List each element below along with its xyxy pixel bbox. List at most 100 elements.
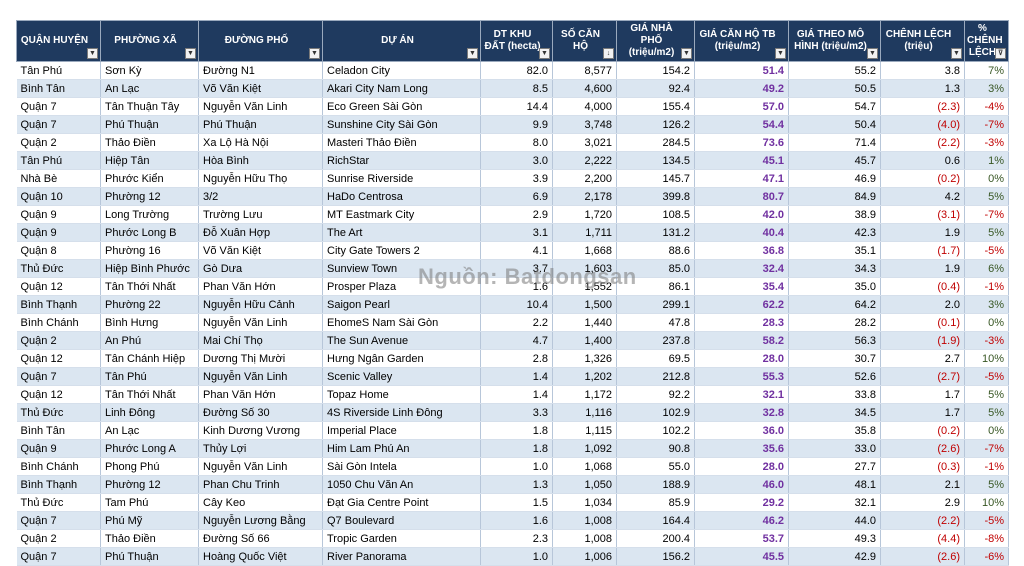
units-cell[interactable]: 4,600 (552, 79, 617, 98)
district-cell[interactable]: Thủ Đức (16, 259, 101, 278)
ward-cell[interactable]: An Lạc (100, 421, 199, 440)
land-area-cell[interactable]: 1.8 (480, 439, 553, 458)
project-cell[interactable]: The Sun Avenue (322, 331, 481, 350)
ward-cell[interactable]: Phước Long A (100, 439, 199, 458)
difference-cell[interactable]: (4.0) (880, 115, 965, 134)
project-cell[interactable]: Sunshine City Sài Gòn (322, 115, 481, 134)
avg-price-cell[interactable]: 46.2 (694, 511, 789, 530)
filter-dropdown-icon[interactable]: ▼ (87, 48, 98, 59)
filter-dropdown-icon[interactable]: ▼ (775, 48, 786, 59)
difference-pct-cell[interactable]: -3% (964, 331, 1009, 350)
project-cell[interactable]: Sunrise Riverside (322, 169, 481, 188)
district-cell[interactable]: Tân Phú (16, 61, 101, 80)
difference-cell[interactable]: 0.6 (880, 151, 965, 170)
model-price-cell[interactable]: 64.2 (788, 295, 881, 314)
avg-price-cell[interactable]: 49.2 (694, 79, 789, 98)
land-area-cell[interactable]: 3.7 (480, 259, 553, 278)
filter-dropdown-icon[interactable]: ▼ (539, 48, 550, 59)
house-price-cell[interactable]: 155.4 (616, 97, 695, 116)
land-area-cell[interactable]: 1.4 (480, 367, 553, 386)
difference-cell[interactable]: (0.3) (880, 457, 965, 476)
street-cell[interactable]: Thủy Lợi (198, 439, 323, 458)
filter-dropdown-icon[interactable]: ▼ (951, 48, 962, 59)
units-cell[interactable]: 2,222 (552, 151, 617, 170)
district-cell[interactable]: Quận 12 (16, 385, 101, 404)
project-cell[interactable]: 4S Riverside Linh Đông (322, 403, 481, 422)
land-area-cell[interactable]: 1.0 (480, 547, 553, 566)
difference-cell[interactable]: 4.2 (880, 187, 965, 206)
model-price-cell[interactable]: 35.0 (788, 277, 881, 296)
difference-cell[interactable]: 2.1 (880, 475, 965, 494)
project-cell[interactable]: Tropic Garden (322, 529, 481, 548)
units-cell[interactable]: 1,116 (552, 403, 617, 422)
project-cell[interactable]: Akari City Nam Long (322, 79, 481, 98)
street-cell[interactable]: Mai Chí Thọ (198, 331, 323, 350)
district-cell[interactable]: Quận 12 (16, 277, 101, 296)
district-cell[interactable]: Bình Tân (16, 79, 101, 98)
avg-price-cell[interactable]: 45.1 (694, 151, 789, 170)
difference-pct-cell[interactable]: 10% (964, 493, 1009, 512)
district-cell[interactable]: Quận 8 (16, 241, 101, 260)
model-price-cell[interactable]: 44.0 (788, 511, 881, 530)
ward-cell[interactable]: Phước Kiển (100, 169, 199, 188)
house-price-cell[interactable]: 69.5 (616, 349, 695, 368)
street-cell[interactable]: Phú Thuận (198, 115, 323, 134)
district-cell[interactable]: Quận 12 (16, 349, 101, 368)
difference-cell[interactable]: (2.2) (880, 133, 965, 152)
street-cell[interactable]: Kinh Dương Vương (198, 421, 323, 440)
district-cell[interactable]: Quận 9 (16, 205, 101, 224)
project-cell[interactable]: Sài Gòn Intela (322, 457, 481, 476)
difference-pct-cell[interactable]: -5% (964, 367, 1009, 386)
house-price-cell[interactable]: 237.8 (616, 331, 695, 350)
street-cell[interactable]: Phan Chu Trinh (198, 475, 323, 494)
house-price-cell[interactable]: 86.1 (616, 277, 695, 296)
house-price-cell[interactable]: 85.0 (616, 259, 695, 278)
project-cell[interactable]: Sunview Town (322, 259, 481, 278)
avg-price-cell[interactable]: 51.4 (694, 61, 789, 80)
ward-cell[interactable]: Phong Phú (100, 457, 199, 476)
units-cell[interactable]: 1,202 (552, 367, 617, 386)
ward-cell[interactable]: Sơn Kỳ (100, 61, 199, 80)
house-price-cell[interactable]: 102.9 (616, 403, 695, 422)
ward-cell[interactable]: Phú Thuận (100, 115, 199, 134)
difference-cell[interactable]: (1.9) (880, 331, 965, 350)
filter-dropdown-icon[interactable]: ▼ (185, 48, 196, 59)
model-price-cell[interactable]: 42.3 (788, 223, 881, 242)
difference-cell[interactable]: 2.9 (880, 493, 965, 512)
district-cell[interactable]: Bình Thạnh (16, 475, 101, 494)
difference-cell[interactable]: 1.9 (880, 259, 965, 278)
house-price-cell[interactable]: 200.4 (616, 529, 695, 548)
avg-price-cell[interactable]: 28.3 (694, 313, 789, 332)
house-price-cell[interactable]: 108.5 (616, 205, 695, 224)
difference-cell[interactable]: (0.2) (880, 169, 965, 188)
district-cell[interactable]: Quận 10 (16, 187, 101, 206)
avg-price-cell[interactable]: 46.0 (694, 475, 789, 494)
land-area-cell[interactable]: 1.3 (480, 475, 553, 494)
difference-cell[interactable]: (0.4) (880, 277, 965, 296)
difference-pct-cell[interactable]: -6% (964, 547, 1009, 566)
street-cell[interactable]: Nguyễn Lương Bằng (198, 511, 323, 530)
avg-price-cell[interactable]: 58.2 (694, 331, 789, 350)
street-cell[interactable]: Hoàng Quốc Việt (198, 547, 323, 566)
difference-pct-cell[interactable]: 5% (964, 475, 1009, 494)
difference-pct-cell[interactable]: 6% (964, 259, 1009, 278)
street-cell[interactable]: Đường Số 66 (198, 529, 323, 548)
units-cell[interactable]: 1,400 (552, 331, 617, 350)
units-cell[interactable]: 1,172 (552, 385, 617, 404)
ward-cell[interactable]: Hiệp Tân (100, 151, 199, 170)
street-cell[interactable]: Cây Keo (198, 493, 323, 512)
ward-cell[interactable]: Tam Phú (100, 493, 199, 512)
avg-price-cell[interactable]: 32.1 (694, 385, 789, 404)
street-cell[interactable]: Đỗ Xuân Hợp (198, 223, 323, 242)
street-cell[interactable]: Dương Thị Mười (198, 349, 323, 368)
house-price-cell[interactable]: 92.4 (616, 79, 695, 98)
ward-cell[interactable]: Linh Đông (100, 403, 199, 422)
project-cell[interactable]: Q7 Boulevard (322, 511, 481, 530)
project-cell[interactable]: Đạt Gia Centre Point (322, 493, 481, 512)
difference-pct-cell[interactable]: -5% (964, 241, 1009, 260)
units-cell[interactable]: 1,720 (552, 205, 617, 224)
project-cell[interactable]: Hưng Ngân Garden (322, 349, 481, 368)
land-area-cell[interactable]: 3.1 (480, 223, 553, 242)
model-price-cell[interactable]: 42.9 (788, 547, 881, 566)
difference-pct-cell[interactable]: -1% (964, 457, 1009, 476)
